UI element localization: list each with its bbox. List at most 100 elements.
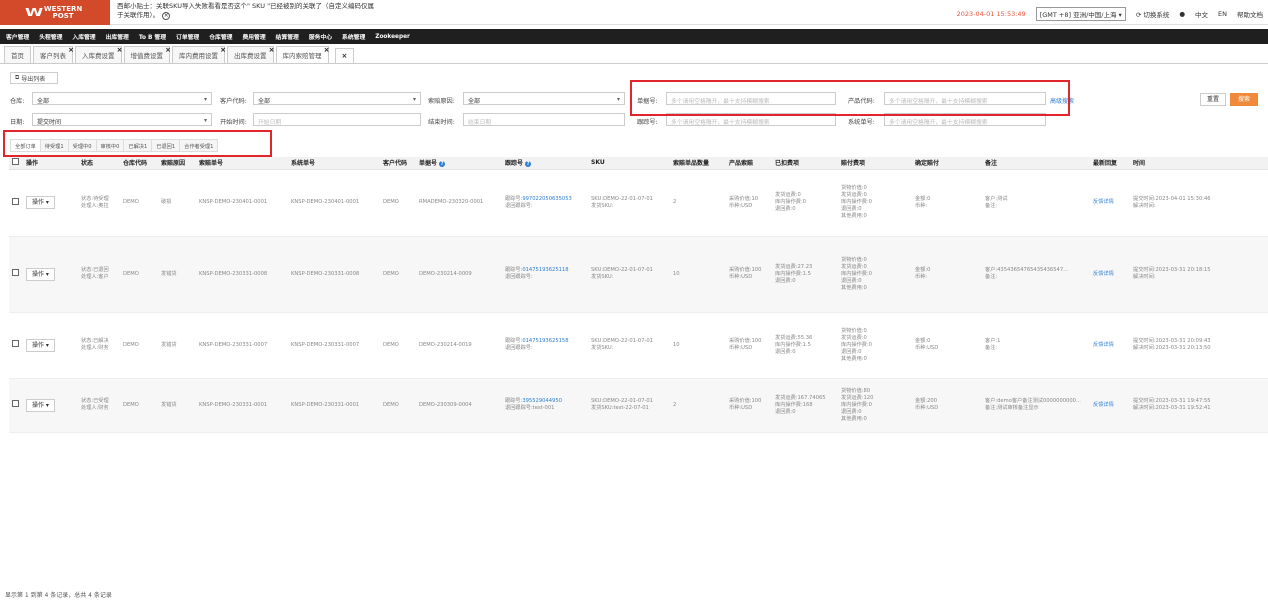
col-header: 产品索赔: [726, 157, 772, 170]
reason-cell: 发错货: [158, 312, 196, 379]
tracking-link[interactable]: 01475193625118: [522, 267, 568, 273]
reset-button[interactable]: 重置: [1200, 93, 1226, 106]
reply-detail-link[interactable]: 反馈详情: [1093, 342, 1114, 348]
col-header: 单据号?: [416, 157, 502, 170]
operate-button[interactable]: 操作 ▾: [26, 267, 55, 281]
claim-no-cell: KNSP-DEMO-230331-0001: [196, 378, 288, 433]
tracking-link[interactable]: 01475193625158: [522, 338, 568, 344]
nav-item[interactable]: 系统管理: [342, 32, 365, 41]
reason-select[interactable]: 全部 ▾: [463, 92, 625, 105]
select-all-checkbox[interactable]: [12, 158, 19, 166]
ship-sku-text: 发货SKU:: [591, 274, 614, 280]
status-tab-all[interactable]: 全部订单: [10, 139, 41, 152]
order-no-cell: RMADEMO-230320-0001: [416, 169, 502, 237]
close-icon[interactable]: ×: [165, 46, 171, 54]
nav-item[interactable]: 出库管理: [106, 32, 129, 41]
status-tab[interactable]: 已解决1: [123, 139, 153, 152]
close-icon[interactable]: ×: [220, 46, 226, 54]
return-tracking: 退回跟踪号:test-001: [505, 405, 555, 411]
remark-note: 备注:: [985, 345, 998, 351]
submit-time: 提交时间:2023-03-31 19:47:55: [1133, 398, 1211, 404]
user-icon[interactable]: ●: [1179, 10, 1185, 18]
customer-label: 客户代码:: [220, 98, 247, 105]
tab-outbound-fee[interactable]: 出库费设置 ×: [227, 46, 275, 63]
close-icon[interactable]: ×: [117, 46, 123, 54]
row-checkbox[interactable]: [12, 400, 19, 407]
nav-item[interactable]: 头程管理: [39, 32, 62, 41]
comp-item: 其他费用:0: [841, 415, 867, 422]
nav-item[interactable]: 订单管理: [176, 32, 199, 41]
reason-label: 索赔原因:: [428, 98, 455, 105]
col-header: 备注: [982, 157, 1090, 170]
tab-value-added-fee[interactable]: 增值费设置 ×: [123, 46, 171, 63]
timezone-select[interactable]: [GMT +8] 亚洲/中国/上海 ▾: [1035, 7, 1126, 21]
deducted-item: 库内操作费:1.5: [775, 270, 811, 277]
nav-item[interactable]: 服务中心: [309, 32, 332, 41]
tab-home[interactable]: 首页: [4, 46, 31, 63]
close-icon[interactable]: ×: [269, 46, 275, 54]
export-button[interactable]: ⧉ 导出列表: [10, 72, 58, 84]
close-icon[interactable]: ×: [162, 12, 171, 20]
export-icon: ⧉: [15, 74, 20, 81]
lang-zh[interactable]: 中文: [1195, 9, 1208, 19]
tracking-link[interactable]: 395529044950: [522, 398, 562, 404]
end-date-input[interactable]: 结束日期: [463, 113, 625, 126]
switch-system-button[interactable]: ⟳ 切换系统: [1136, 9, 1170, 19]
refresh-icon: ⟳: [1135, 11, 1142, 19]
reply-detail-link[interactable]: 反馈详情: [1093, 402, 1114, 408]
reply-detail-link[interactable]: 反馈详情: [1093, 271, 1114, 277]
confirmed-currency: 币种:USD: [915, 345, 939, 351]
date-type-value: 提交时间: [37, 119, 62, 126]
warehouse-select[interactable]: 全部 ▾: [32, 92, 212, 105]
operate-button[interactable]: 操作 ▾: [26, 398, 55, 412]
tab-warehouse-fee[interactable]: 库内费用设置 ×: [172, 46, 226, 63]
col-header: 系统单号: [288, 157, 380, 170]
help-doc-link[interactable]: 帮助文档: [1237, 9, 1263, 19]
status-tab[interactable]: 待受理1: [39, 139, 69, 152]
row-checkbox[interactable]: [12, 269, 19, 276]
status-tab[interactable]: 受理中0: [67, 139, 97, 152]
deducted-item: 退回费:0: [775, 277, 796, 284]
start-date-input[interactable]: 开始日期: [253, 113, 421, 126]
col-header: 已扣费项: [772, 157, 838, 170]
operate-button[interactable]: 操作 ▾: [26, 338, 55, 352]
tab-label: 库内费用设置: [179, 52, 218, 60]
warehouse-cell: DEMO: [120, 236, 158, 313]
status-tab[interactable]: 已退回1: [151, 139, 181, 152]
close-icon[interactable]: ×: [324, 46, 330, 54]
help-icon[interactable]: ?: [525, 161, 532, 168]
tab-claims[interactable]: 库内索赔管理 ×: [275, 46, 330, 63]
operate-label: 操作: [32, 270, 45, 278]
status-tab[interactable]: 合作者受理1: [179, 139, 219, 152]
nav-item[interactable]: To B 管理: [139, 32, 166, 41]
ship-sku-text: 发货SKU:: [591, 202, 614, 209]
nav-item[interactable]: 仓库管理: [209, 32, 232, 41]
search-button[interactable]: 搜索: [1230, 93, 1258, 106]
nav-item[interactable]: 费用管理: [242, 32, 265, 41]
status-tab[interactable]: 审核中0: [95, 139, 125, 152]
row-checkbox[interactable]: [12, 197, 19, 205]
currency: 币种:USD: [729, 202, 753, 209]
logo[interactable]: W WESTERN POST: [0, 0, 110, 25]
reply-detail-link[interactable]: 反馈详情: [1093, 199, 1114, 205]
customer-select[interactable]: 全部 ▾: [253, 92, 421, 105]
tab-inbound-fee[interactable]: 入库费设置 ×: [75, 46, 123, 63]
logo-mark-icon: W: [24, 6, 43, 19]
lang-en[interactable]: EN: [1218, 10, 1227, 18]
nav-item[interactable]: 结算管理: [276, 32, 299, 41]
nav-item[interactable]: 入库管理: [72, 32, 95, 41]
close-icon[interactable]: ×: [68, 46, 74, 54]
help-icon[interactable]: ?: [439, 161, 446, 168]
row-checkbox[interactable]: [12, 340, 19, 347]
claim-no-cell: KNSP-DEMO-230331-0008: [196, 236, 288, 313]
nav-item[interactable]: 客户管理: [6, 32, 29, 41]
tab-customer-list[interactable]: 客户列表 ×: [33, 46, 74, 63]
tracking-link[interactable]: 997022050635053: [522, 196, 572, 202]
nav-item[interactable]: Zookeeper: [375, 34, 410, 40]
close-all-tabs-icon[interactable]: ×: [334, 48, 355, 63]
reason-cell: 发错货: [158, 378, 196, 433]
tab-label: 增值费设置: [130, 52, 164, 60]
sku-text: SKU:DEMO-22-01-07-01: [591, 195, 653, 202]
date-type-select[interactable]: 提交时间 ▾: [32, 113, 212, 126]
operate-button[interactable]: 操作 ▾: [26, 196, 55, 209]
